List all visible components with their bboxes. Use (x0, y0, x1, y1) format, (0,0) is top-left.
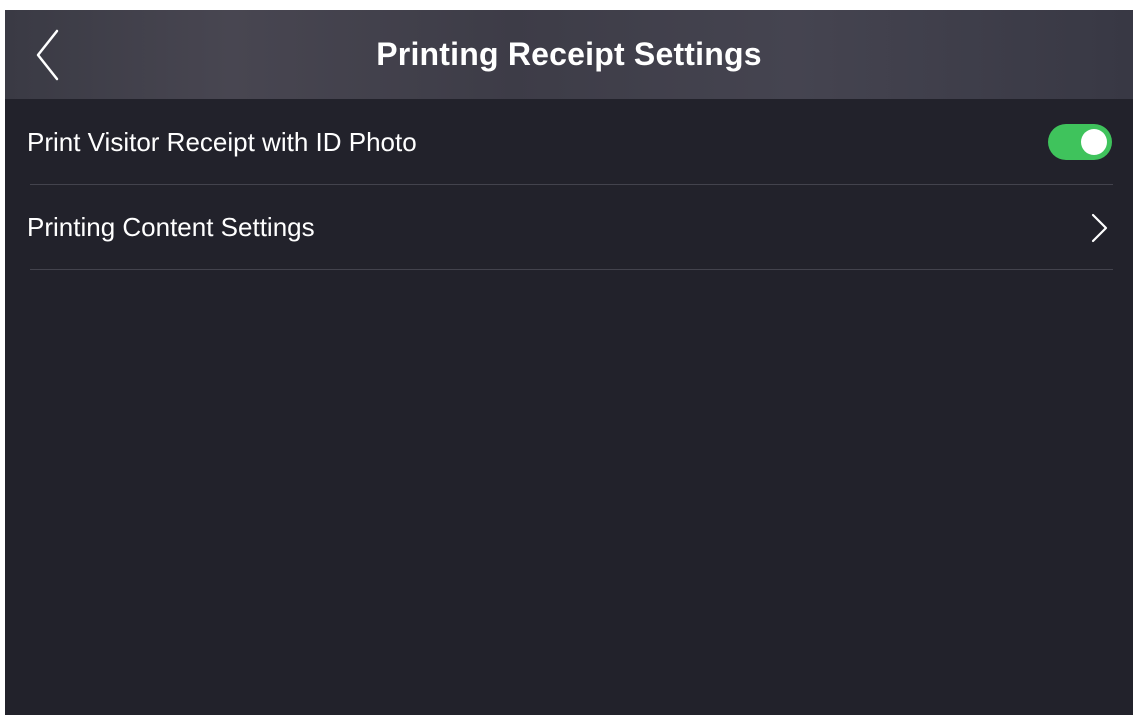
toggle-knob (1081, 129, 1107, 155)
page-title: Printing Receipt Settings (376, 36, 762, 72)
print-receipt-id-photo-toggle[interactable] (1048, 124, 1112, 160)
divider (30, 269, 1113, 270)
back-button[interactable] (27, 28, 67, 82)
settings-screen: Printing Receipt Settings Print Visitor … (5, 10, 1133, 715)
header-bar: Printing Receipt Settings (5, 10, 1133, 99)
settings-row-label: Print Visitor Receipt with ID Photo (27, 127, 417, 157)
chevron-right-icon (1088, 212, 1110, 244)
settings-row-label: Printing Content Settings (27, 212, 315, 242)
settings-row-printing-content[interactable]: Printing Content Settings (5, 185, 1133, 270)
settings-row-print-visitor-receipt[interactable]: Print Visitor Receipt with ID Photo (5, 100, 1133, 185)
chevron-left-icon (36, 29, 59, 81)
